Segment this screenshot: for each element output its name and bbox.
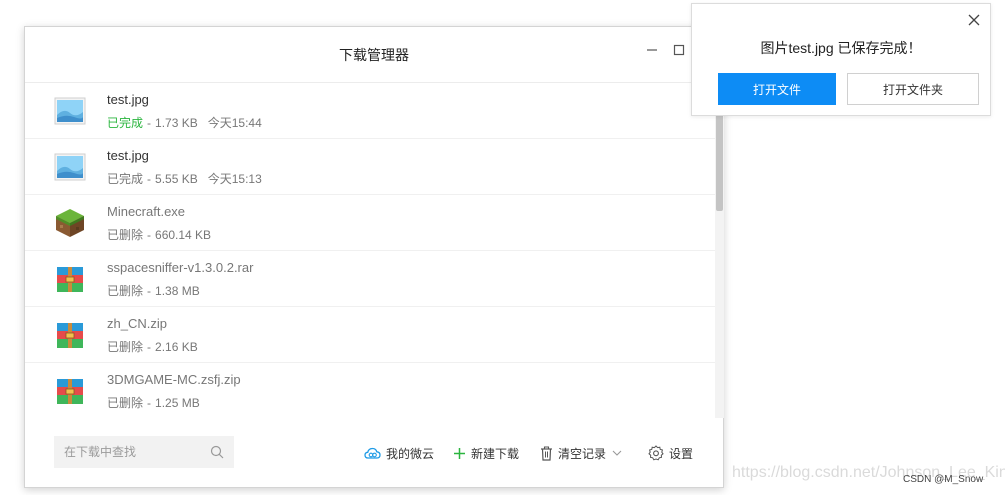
status-label: 已删除 <box>107 228 144 242</box>
search-input[interactable] <box>54 436 204 468</box>
status-label: 已删除 <box>107 396 144 410</box>
image-file-icon <box>54 153 86 181</box>
download-manager-window: 下载管理器 test.jpg 已完成 -1.73 KB 今天15:44 test… <box>24 26 724 488</box>
new-download-button[interactable]: 新建下载 <box>453 443 519 463</box>
close-icon[interactable] <box>966 12 982 28</box>
file-meta: 已完成 -5.55 KB 今天15:13 <box>107 172 262 186</box>
plus-icon <box>454 447 465 459</box>
file-name[interactable]: Minecraft.exe <box>107 204 185 219</box>
file-name[interactable]: 3DMGAME-MC.zsfj.zip <box>107 372 241 387</box>
file-meta: 已删除 -1.38 MB <box>107 284 200 298</box>
my-cloud-label: 我的微云 <box>386 446 435 461</box>
status-label: 已完成 <box>107 116 144 130</box>
footer-bar: 我的微云 新建下载 清空记录 <box>25 418 723 488</box>
file-size: 1.38 MB <box>155 284 200 298</box>
download-row[interactable]: test.jpg 已完成 -1.73 KB 今天15:44 <box>25 83 715 139</box>
status-label: 已删除 <box>107 340 144 354</box>
file-time: 今天15:13 <box>207 172 262 186</box>
gear-icon <box>648 445 664 461</box>
chevron-down-icon[interactable] <box>612 450 622 456</box>
open-file-button[interactable]: 打开文件 <box>718 73 836 105</box>
search-icon[interactable] <box>210 445 224 459</box>
settings-label: 设置 <box>669 446 694 461</box>
file-size: 660.14 KB <box>155 228 212 242</box>
file-time: 今天15:44 <box>207 116 262 130</box>
new-download-label: 新建下载 <box>471 446 520 461</box>
file-name[interactable]: sspacesniffer-v1.3.0.2.rar <box>107 260 253 275</box>
my-cloud-button[interactable]: 我的微云 <box>364 443 434 463</box>
list-scrollbar[interactable] <box>715 83 724 418</box>
cloud-icon <box>364 447 381 459</box>
download-row[interactable]: test.jpg 已完成 -5.55 KB 今天15:13 <box>25 139 715 195</box>
file-meta: 已删除 -1.25 MB <box>107 396 200 410</box>
download-list: test.jpg 已完成 -1.73 KB 今天15:44 test.jpg 已完成… <box>25 83 715 418</box>
search-box[interactable] <box>54 436 234 468</box>
minecraft-block-icon <box>56 209 84 237</box>
download-row[interactable]: sspacesniffer-v1.3.0.2.rar 已删除 -1.38 MB <box>25 251 715 307</box>
settings-button[interactable]: 设置 <box>648 443 693 463</box>
minimize-button[interactable] <box>641 39 663 61</box>
maximize-button[interactable] <box>668 39 690 61</box>
maximize-icon <box>673 44 685 56</box>
clear-records-label: 清空记录 <box>558 446 607 461</box>
archive-file-icon <box>57 323 83 348</box>
archive-file-icon <box>57 379 83 404</box>
image-file-icon <box>54 97 86 125</box>
file-meta: 已删除 -660.14 KB <box>107 228 212 242</box>
download-row[interactable]: Minecraft.exe 已删除 -660.14 KB <box>25 195 715 251</box>
credit-text: CSDN @M_Snow <box>903 474 984 485</box>
file-size: 1.73 KB <box>155 116 198 130</box>
toast-message: 图片test.jpg 已保存完成！ <box>760 40 922 56</box>
download-row[interactable]: zh_CN.zip 已删除 -2.16 KB <box>25 307 715 363</box>
file-size: 2.16 KB <box>155 340 198 354</box>
minimize-icon <box>647 49 657 51</box>
title-bar[interactable]: 下载管理器 <box>25 27 723 83</box>
file-size: 1.25 MB <box>155 396 200 410</box>
file-name[interactable]: test.jpg <box>107 148 149 163</box>
save-complete-toast: 图片test.jpg 已保存完成！ 打开文件 打开文件夹 <box>691 3 991 116</box>
status-label: 已完成 <box>107 172 144 186</box>
open-folder-button[interactable]: 打开文件夹 <box>847 73 979 105</box>
archive-file-icon <box>57 267 83 292</box>
file-name[interactable]: zh_CN.zip <box>107 316 167 331</box>
trash-icon <box>541 445 552 461</box>
file-name[interactable]: test.jpg <box>107 92 149 107</box>
status-label: 已删除 <box>107 284 144 298</box>
window-title: 下载管理器 <box>339 47 409 63</box>
file-meta: 已完成 -1.73 KB 今天15:44 <box>107 116 262 130</box>
file-size: 5.55 KB <box>155 172 198 186</box>
download-row[interactable]: 3DMGAME-MC.zsfj.zip 已删除 -1.25 MB <box>25 363 715 418</box>
file-meta: 已删除 -2.16 KB <box>107 340 198 354</box>
clear-records-button[interactable]: 清空记录 <box>540 443 627 463</box>
